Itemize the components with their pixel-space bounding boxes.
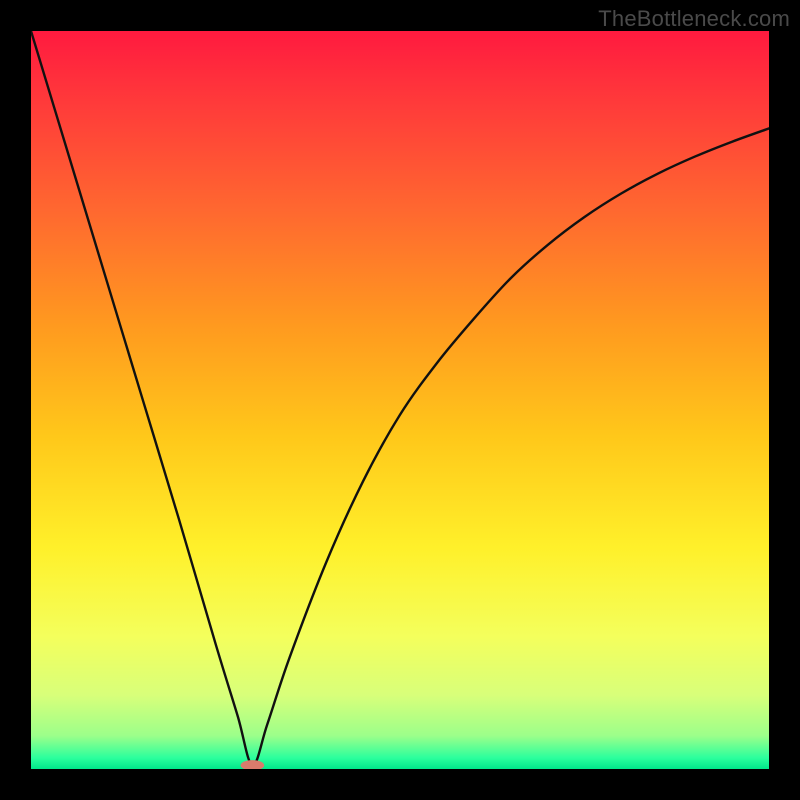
chart-frame: TheBottleneck.com bbox=[0, 0, 800, 800]
plot-svg bbox=[31, 31, 769, 769]
plot-area bbox=[31, 31, 769, 769]
watermark-text: TheBottleneck.com bbox=[598, 6, 790, 32]
